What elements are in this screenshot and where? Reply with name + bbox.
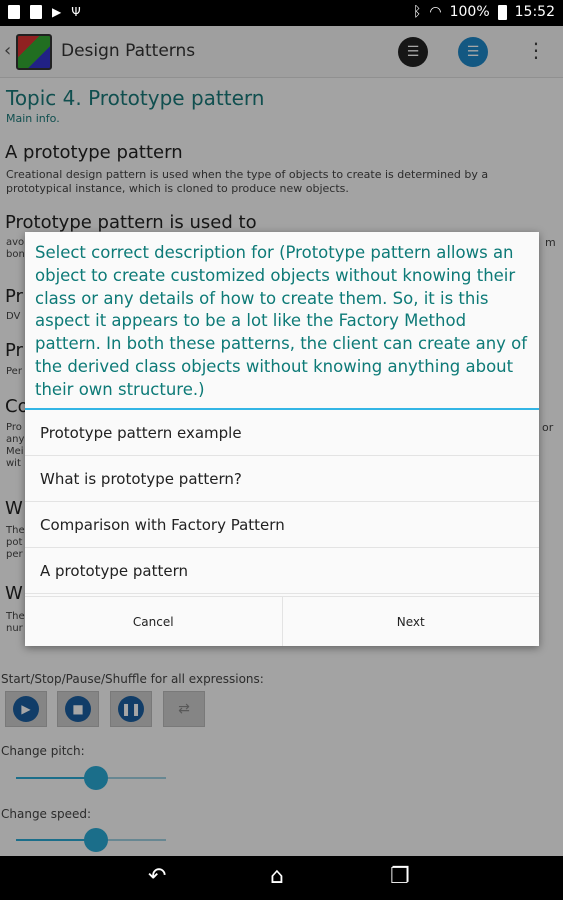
answer-option[interactable]: Comparison with Factory Pattern <box>25 502 539 548</box>
wifi-icon: ◠ <box>429 4 442 20</box>
answer-option[interactable]: Prototype pattern example <box>25 410 539 456</box>
usb-notification-icon: Ψ <box>71 5 81 19</box>
back-icon[interactable]: ↶ <box>148 864 166 889</box>
bluetooth-icon: ᛒ <box>412 4 422 20</box>
next-button[interactable]: Next <box>281 597 540 646</box>
cancel-button[interactable]: Cancel <box>25 597 282 646</box>
document-notification-icon <box>30 5 42 19</box>
answer-option[interactable]: What is prototype pattern? <box>25 456 539 502</box>
battery-icon <box>497 4 507 20</box>
answer-option[interactable]: A prototype pattern <box>25 548 539 594</box>
dialog-button-bar: Cancel Next <box>25 596 539 646</box>
play-store-notification-icon: ▶ <box>52 5 62 19</box>
battery-level: 100% <box>449 4 490 20</box>
clock: 15:52 <box>514 4 555 20</box>
status-bar: ▶ Ψ ᛒ ◠ 100% 15:52 <box>0 0 563 26</box>
quiz-dialog: Select correct description for (Prototyp… <box>25 232 539 646</box>
navigation-bar: ↶ ⌂ ❐ <box>0 856 563 900</box>
home-icon[interactable]: ⌂ <box>270 864 284 889</box>
dialog-question: Select correct description for (Prototyp… <box>25 232 539 410</box>
image-notification-icon <box>8 5 20 19</box>
recent-apps-icon[interactable]: ❐ <box>390 864 410 889</box>
notification-icons: ▶ Ψ <box>8 5 81 19</box>
